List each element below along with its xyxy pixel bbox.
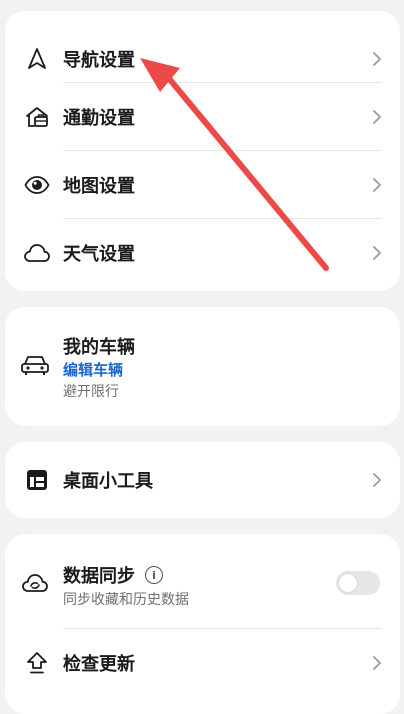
info-icon[interactable]: i — [145, 566, 163, 584]
map-settings-label: 地图设置 — [63, 176, 135, 197]
edit-vehicle-link[interactable]: 编辑车辆 — [63, 359, 123, 380]
chevron-right-icon — [370, 470, 384, 490]
navigation-settings-label: 导航设置 — [63, 50, 135, 71]
avoid-restriction-text: 避开限行 — [63, 384, 119, 400]
eye-icon — [22, 170, 52, 200]
commute-settings-row[interactable]: 通勤设置 — [5, 83, 400, 151]
desktop-widgets-row[interactable]: 桌面小工具 — [5, 446, 400, 514]
check-update-label: 检查更新 — [63, 654, 135, 675]
sync-update-card: 数据同步 i 同步收藏和历史数据 检查更新 — [5, 534, 400, 714]
check-update-row[interactable]: 检查更新 — [5, 629, 400, 697]
data-sync-title: 数据同步 i — [63, 562, 163, 588]
chevron-right-icon — [370, 107, 384, 127]
upload-icon — [22, 648, 52, 678]
settings-card: 导航设置 通勤设置 地图设置 天气设置 — [5, 11, 400, 291]
vehicle-card[interactable]: 我的车辆 编辑车辆 避开限行 — [5, 307, 400, 426]
widgets-card: 桌面小工具 — [5, 442, 400, 518]
desktop-widgets-label: 桌面小工具 — [63, 471, 153, 492]
navigation-arrow-icon — [22, 44, 52, 74]
car-icon — [20, 353, 50, 377]
weather-settings-row[interactable]: 天气设置 — [5, 219, 400, 287]
cloud-icon — [22, 238, 52, 268]
commute-settings-label: 通勤设置 — [63, 108, 135, 129]
chevron-right-icon — [370, 49, 384, 69]
chevron-right-icon — [370, 175, 384, 195]
vehicle-title: 我的车辆 — [63, 337, 135, 358]
weather-settings-label: 天气设置 — [63, 244, 135, 265]
chevron-right-icon — [370, 653, 384, 673]
map-settings-row[interactable]: 地图设置 — [5, 151, 400, 219]
widgets-icon — [22, 465, 52, 495]
data-sync-toggle[interactable] — [336, 571, 380, 595]
commute-briefcase-icon — [22, 102, 52, 132]
cloud-sync-icon — [21, 571, 49, 595]
chevron-right-icon — [370, 243, 384, 263]
data-sync-label: 数据同步 — [63, 566, 135, 587]
data-sync-description: 同步收藏和历史数据 — [63, 592, 189, 608]
toggle-knob — [339, 574, 357, 592]
